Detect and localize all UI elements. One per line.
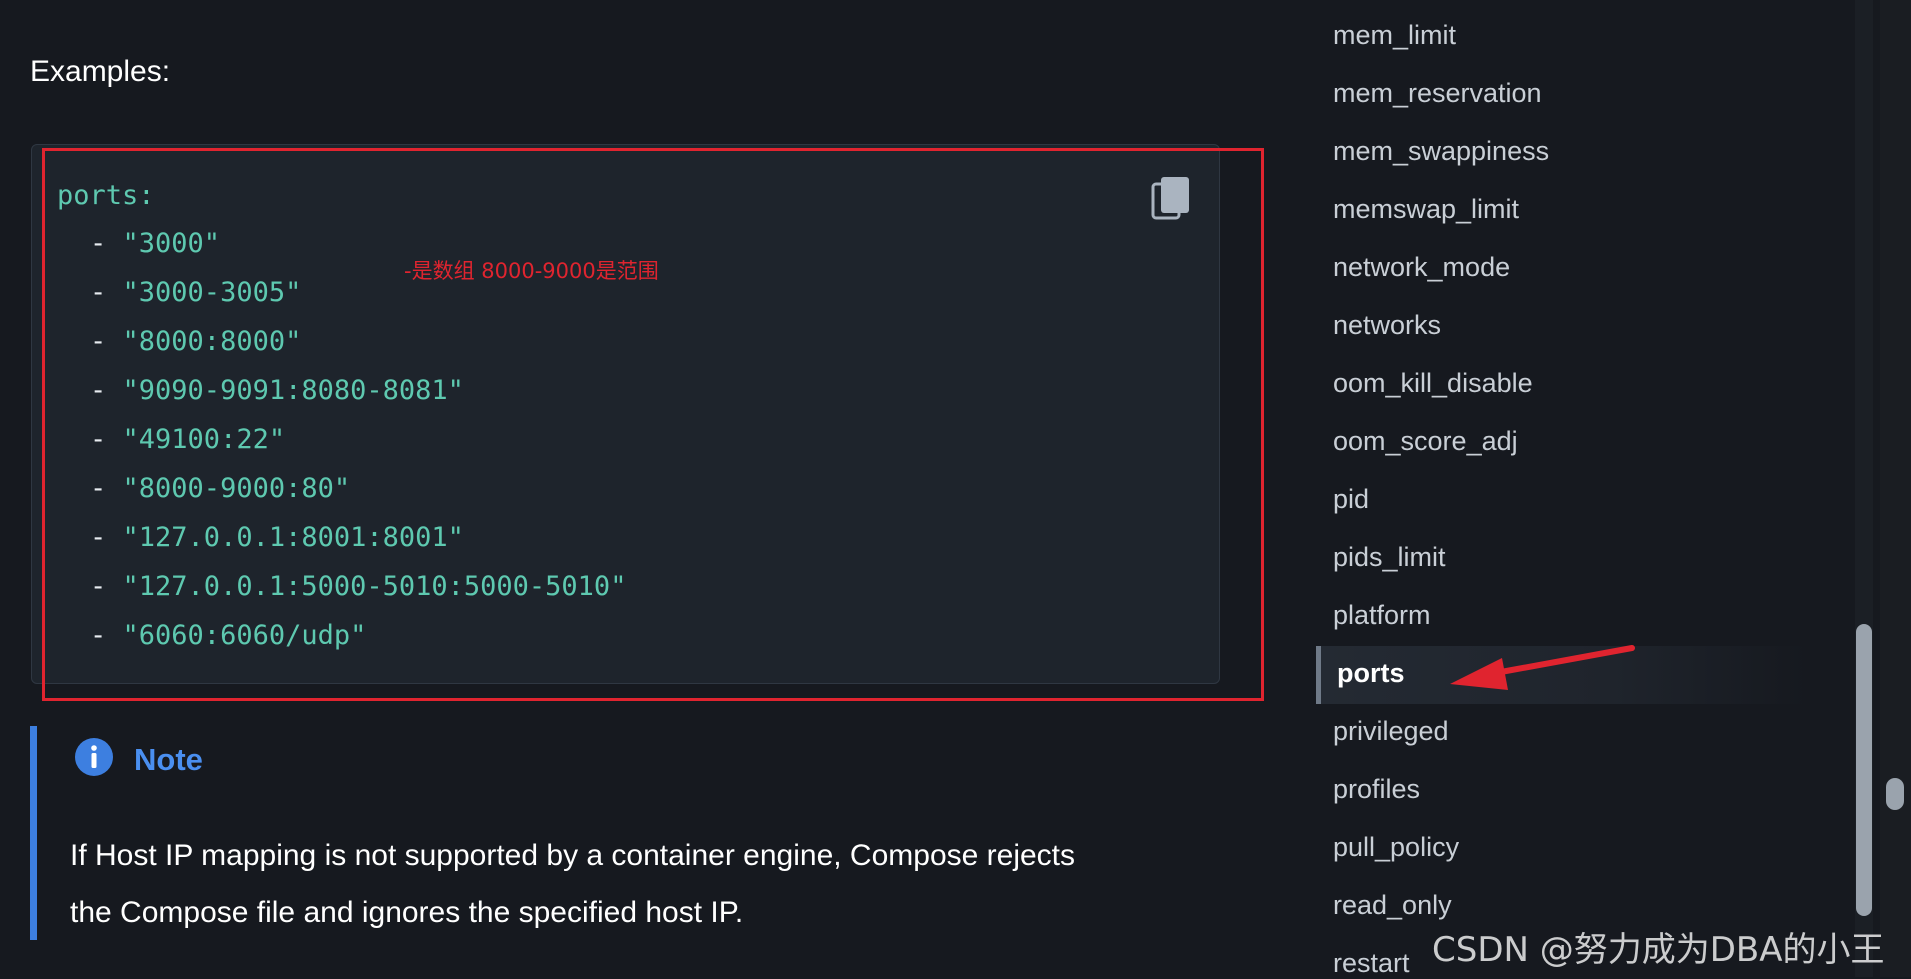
sidebar-item-platform[interactable]: platform bbox=[1333, 600, 1431, 631]
sidebar-item-mem-reservation[interactable]: mem_reservation bbox=[1333, 78, 1542, 109]
note-text-line-2: the Compose file and ignores the specifi… bbox=[70, 896, 744, 929]
sidebar-item-network-mode[interactable]: network_mode bbox=[1333, 252, 1510, 283]
sidebar-nav: mem_limit mem_reservation mem_swappinessme… bbox=[1316, 0, 1856, 979]
page-scrollbar-track[interactable] bbox=[1880, 0, 1911, 977]
arrow-annotation bbox=[1450, 645, 1635, 690]
sidebar-item-ports[interactable]: ports bbox=[1337, 658, 1405, 689]
code-dash: - bbox=[90, 326, 107, 357]
sidebar-item-restart[interactable]: restart bbox=[1333, 948, 1410, 979]
page-scrollbar-thumb[interactable] bbox=[1886, 778, 1904, 810]
sidebar-item-read-only[interactable]: read_only bbox=[1333, 890, 1452, 921]
examples-label: Examples: bbox=[30, 55, 171, 88]
note-accent-bar bbox=[30, 726, 37, 940]
code-line-item: - "9090-9091:8080-8081" bbox=[90, 377, 464, 404]
sidebar-item-pull-policy[interactable]: pull_policy bbox=[1333, 832, 1459, 863]
code-line-item: - "3000-3005" bbox=[90, 279, 301, 306]
code-string-value: "127.0.0.1:5000-5010:5000-5010" bbox=[122, 571, 627, 602]
code-string-value: "8000-9000:80" bbox=[122, 473, 351, 504]
sidebar-item-privileged[interactable]: privileged bbox=[1333, 716, 1449, 747]
code-string-value: "3000-3005" bbox=[122, 277, 302, 308]
code-string-value: "6060:6060/udp" bbox=[122, 620, 367, 651]
sidebar-item-pid[interactable]: pid bbox=[1333, 484, 1369, 515]
code-line-item: - "6060:6060/udp" bbox=[90, 622, 366, 649]
code-dash: - bbox=[90, 571, 107, 602]
annotation-text: -是数组 8000-9000是范围 bbox=[404, 259, 659, 283]
sidebar-item-pids-limit[interactable]: pids_limit bbox=[1333, 542, 1446, 573]
sidebar-item-oom-kill-disable[interactable]: oom_kill_disable bbox=[1333, 368, 1533, 399]
note-title: Note bbox=[134, 742, 203, 777]
code-dash: - bbox=[90, 228, 107, 259]
code-dash: - bbox=[90, 277, 107, 308]
code-dash: - bbox=[90, 522, 107, 553]
sidebar-item-memswap-limit[interactable]: memswap_limit bbox=[1333, 194, 1519, 225]
code-line-item: - "8000-9000:80" bbox=[90, 475, 350, 502]
code-line-item: - "49100:22" bbox=[90, 426, 285, 453]
code-line-item: - "127.0.0.1:5000-5010:5000-5010" bbox=[90, 573, 626, 600]
watermark: CSDN @努力成为DBA的小王 bbox=[1432, 930, 1885, 970]
code-string-value: "8000:8000" bbox=[122, 326, 302, 357]
sidebar-item-mem-swappiness[interactable]: mem_swappiness bbox=[1333, 136, 1549, 167]
code-line-item: - "3000" bbox=[90, 230, 220, 257]
code-string-value: "127.0.0.1:8001:8001" bbox=[122, 522, 464, 553]
code-dash: - bbox=[90, 620, 107, 651]
code-key-ports: ports: bbox=[57, 180, 155, 211]
code-dash: - bbox=[90, 424, 107, 455]
sidebar-item-mem-limit[interactable]: mem_limit bbox=[1333, 20, 1456, 51]
code-line-item: - "127.0.0.1:8001:8001" bbox=[90, 524, 464, 551]
note-text-line-1: If Host IP mapping is not supported by a… bbox=[70, 839, 1076, 872]
code-line-item: - "8000:8000" bbox=[90, 328, 301, 355]
code-block: ports: - "3000" - "3000-3005" - "8000:8000… bbox=[31, 144, 1220, 684]
sidebar-scrollbar-thumb[interactable] bbox=[1856, 624, 1872, 916]
info-icon bbox=[75, 738, 113, 776]
sidebar-item-networks[interactable]: networks bbox=[1333, 310, 1441, 341]
code-string-value: "49100:22" bbox=[122, 424, 286, 455]
note-callout: Note If Host IP mapping is not supported… bbox=[30, 726, 1190, 940]
code-string-value: "9090-9091:8080-8081" bbox=[122, 375, 464, 406]
code-dash: - bbox=[90, 473, 107, 504]
code-string-value: "3000" bbox=[122, 228, 221, 259]
copy-icon[interactable] bbox=[1151, 175, 1191, 223]
sidebar-item-profiles[interactable]: profiles bbox=[1333, 774, 1420, 805]
code-dash: - bbox=[90, 375, 107, 406]
sidebar-item-oom-score-adj[interactable]: oom_score_adj bbox=[1333, 426, 1518, 457]
